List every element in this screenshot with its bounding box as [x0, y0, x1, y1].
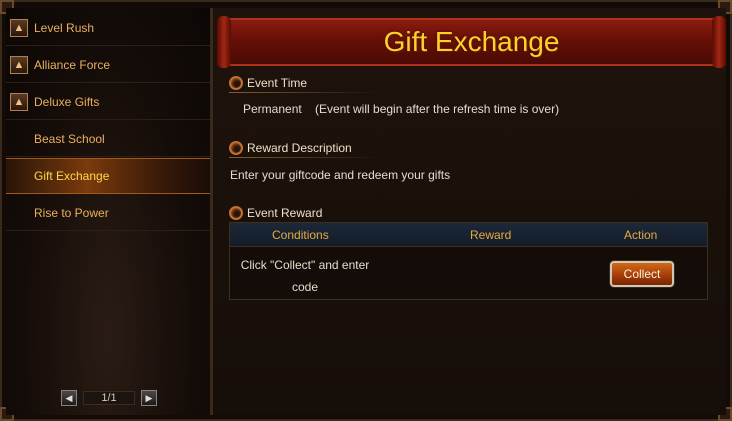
column-header-reward: Reward: [470, 228, 512, 242]
section-heading-label: Event Reward: [247, 206, 323, 220]
sidebar-item-label: Level Rush: [34, 20, 95, 35]
column-header-action: Action: [624, 228, 658, 242]
sidebar-item-label: Beast School: [34, 131, 105, 146]
column-header-conditions: Conditions: [272, 228, 329, 242]
sidebar-item-alliance-force[interactable]: ▲ Alliance Force: [6, 47, 210, 83]
section-heading-label: Reward Description: [247, 141, 352, 155]
section-divider: [229, 92, 379, 93]
page-title: Gift Exchange: [383, 26, 560, 57]
swirl-icon: [229, 141, 243, 155]
swirl-icon: [229, 206, 243, 220]
sidebar-item-label: Alliance Force: [34, 57, 111, 72]
next-page-button[interactable]: ▶: [141, 390, 157, 406]
collect-button[interactable]: Collect: [610, 261, 674, 287]
thumbs-up-icon: ▲: [10, 92, 28, 111]
prev-page-button[interactable]: ◀: [61, 390, 77, 406]
event-sidebar: ▲ Level Rush ▲ Alliance Force ▲ Deluxe G…: [6, 8, 210, 415]
section-divider: [229, 157, 379, 158]
sidebar-item-rise-to-power[interactable]: Rise to Power: [6, 195, 210, 231]
event-time-note: (Event will begin after the refresh time…: [315, 102, 560, 116]
event-detail-panel: Gift Exchange Event Time Permanent (Even…: [213, 8, 726, 415]
sidebar-item-label: Rise to Power: [34, 205, 109, 220]
chevron-right-icon: ▶: [145, 392, 153, 403]
sidebar-item-deluxe-gifts[interactable]: ▲ Deluxe Gifts: [6, 84, 210, 120]
sidebar-item-beast-school[interactable]: Beast School: [6, 121, 210, 157]
sidebar-item-label: Deluxe Gifts: [34, 94, 100, 109]
event-reward-heading: Event Reward: [229, 206, 322, 220]
condition-cell-line2: code: [291, 280, 319, 294]
page-indicator: 1/1: [83, 391, 135, 405]
reward-table: Conditions Reward Action Click "Collect"…: [229, 222, 708, 300]
sidebar-item-level-rush[interactable]: ▲ Level Rush: [6, 10, 210, 46]
title-banner: Gift Exchange: [217, 16, 726, 68]
sidebar-item-label: Gift Exchange: [34, 169, 110, 183]
swirl-icon: [229, 76, 243, 90]
table-header: Conditions Reward Action: [230, 223, 707, 247]
event-time-heading: Event Time: [229, 76, 307, 90]
reward-description-heading: Reward Description: [229, 141, 352, 155]
sidebar-item-gift-exchange[interactable]: Gift Exchange: [6, 158, 210, 194]
event-time-status: Permanent: [243, 102, 302, 116]
thumbs-up-icon: ▲: [10, 18, 28, 37]
chevron-left-icon: ◀: [65, 392, 73, 403]
thumbs-up-icon: ▲: [10, 55, 28, 74]
reward-description-text: Enter your giftcode and redeem your gift…: [230, 168, 451, 182]
sidebar-pager: ◀ 1/1 ▶: [61, 390, 157, 406]
section-heading-label: Event Time: [247, 76, 308, 90]
